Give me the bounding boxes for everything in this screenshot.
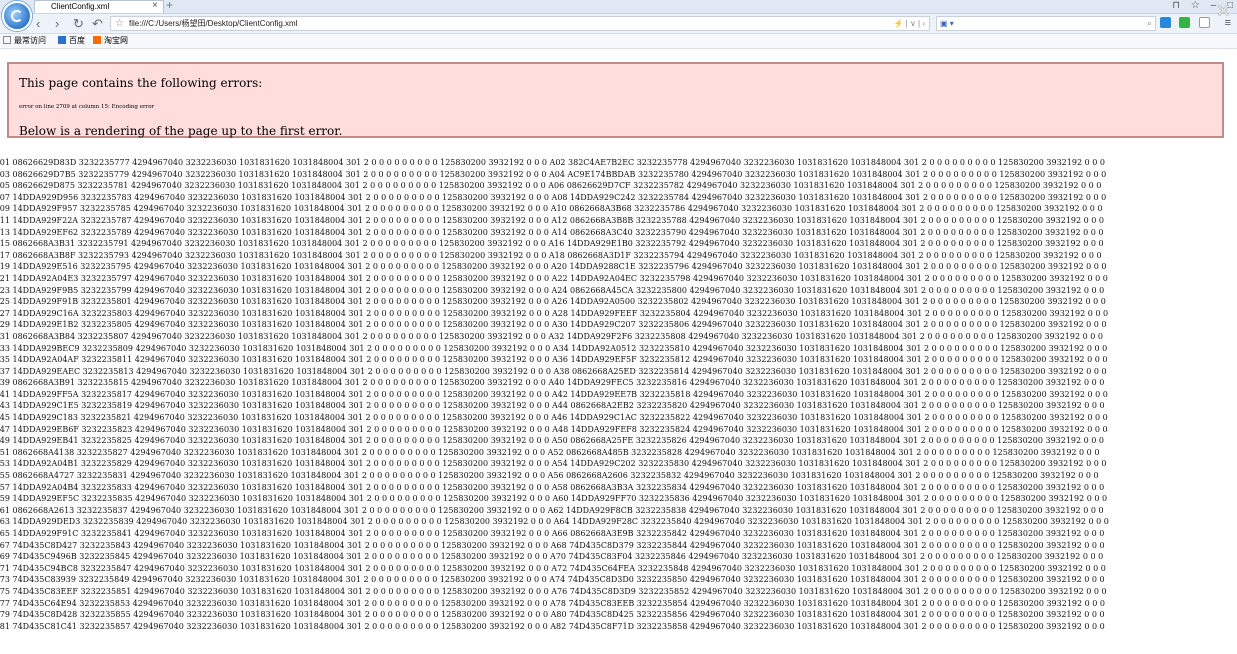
xml-text-row: A15 0862668A3B31 3232235791 4294967040 3…	[0, 239, 1104, 249]
xml-text-row: A17 0862668A3B8F 3232235793 4294967040 3…	[0, 250, 1102, 260]
search-engine-selector[interactable]: ▣ ▾	[940, 17, 954, 30]
xml-text-row: A47 14DDA929EB6F 3232235823 4294967040 3…	[0, 424, 1108, 434]
window-skin-icon[interactable]: ⊓	[1172, 0, 1180, 11]
xml-text-row: A73 74D435C83939 3232235849 4294967040 3…	[0, 575, 1105, 585]
xml-text-row: A05 08626629D875 3232235781 4294967040 3…	[0, 181, 1102, 191]
xml-text-row: A01 08626629D83D 3232235777 4294967040 3…	[0, 158, 1105, 167]
xml-text-row: A31 0862668A3B84 3232235807 4294967040 3…	[0, 331, 1103, 341]
search-box[interactable]: ▣ ▾ ⌕	[936, 16, 1156, 31]
page-content: This page contains the following errors:…	[0, 49, 1237, 654]
tab-bar: ClientConfig.xml × + ⊓ ☆ – □	[0, 0, 1237, 31]
app-center-icon[interactable]	[1179, 17, 1190, 28]
xml-text-row: A03 08626629D7B5 3232235779 4294967040 3…	[0, 169, 1107, 179]
error-heading: This page contains the following errors:	[19, 76, 263, 90]
xml-text-row: A39 0862668A3B91 3232235815 4294967040 3…	[0, 378, 1105, 388]
search-icon[interactable]: ⌕	[1147, 17, 1152, 30]
taobao-icon	[93, 36, 101, 44]
xml-text-row: A09 14DDA929F957 3232235785 4294967040 3…	[0, 204, 1103, 214]
xml-text-row: A55 0862668A4727 3232235831 4294967040 3…	[0, 471, 1099, 481]
xml-text-row: A81 74D435C81C41 3232235857 4294967040 3…	[0, 621, 1105, 631]
bookmarks-bar: 最常访问 百度 淘宝网	[0, 34, 1237, 49]
xml-text-row: A27 14DDA929C16A 3232235803 4294967040 3…	[0, 308, 1109, 318]
xml-text-row: A69 74D435C9496B 3232235845 4294967040 3…	[0, 552, 1104, 562]
extension-icon[interactable]	[1160, 17, 1171, 28]
refresh-button[interactable]: ↻	[73, 14, 84, 33]
xml-text-row: A75 74D435C83EEF 3232235851 4294967040 3…	[0, 586, 1107, 596]
baidu-icon	[58, 36, 66, 44]
tab-title: ClientConfig.xml	[51, 2, 110, 11]
xml-text-row: A13 14DDA929EF62 3232235789 4294967040 3…	[0, 227, 1104, 237]
xml-text-row: A61 0862668A2613 3232235837 4294967040 3…	[0, 505, 1104, 515]
xml-error-box: This page contains the following errors:…	[7, 62, 1224, 138]
error-footer: Below is a rendering of the page up to t…	[19, 124, 343, 138]
window-close-button[interactable]: ✕	[1216, 2, 1231, 20]
xml-text-row: A49 14DDA929EB41 3232235825 4294967040 3…	[0, 436, 1105, 446]
xml-text-row: A65 14DDA929F91C 3232235841 4294967040 3…	[0, 529, 1105, 538]
window-favorite-icon[interactable]: ☆	[1191, 0, 1200, 11]
xml-text-row: A53 14DDA92A04B1 3232235829 4294967040 3…	[0, 459, 1107, 469]
xml-text-row: A67 74D435C8D427 3232235843 4294967040 3…	[0, 540, 1105, 550]
xml-text-row: A21 14DDA92A04E3 3232235797 4294967040 3…	[0, 273, 1108, 283]
screenshot-icon[interactable]	[1199, 17, 1210, 28]
xml-text-row: A51 0862668A4138 3232235827 4294967040 3…	[0, 447, 1100, 457]
xml-text-row: A43 14DDA929C1E5 3232235819 4294967040 3…	[0, 401, 1105, 411]
xml-text-row: A79 74D435C8D428 3232235855 4294967040 3…	[0, 610, 1105, 620]
xml-text-row: A29 14DDA929E1B2 3232235805 4294967040 3…	[0, 320, 1107, 330]
new-tab-button[interactable]: +	[166, 0, 173, 12]
xml-text-row: A45 14DDA929C183 3232235821 4294967040 3…	[0, 413, 1108, 423]
xml-text-row: A57 14DDA92A04B4 3232235833 4294967040 3…	[0, 482, 1105, 492]
xml-text-row: A41 14DDA929FF5A 3232235817 4294967040 3…	[0, 389, 1108, 399]
bookmark-taobao[interactable]: 淘宝网	[93, 34, 128, 48]
xml-text-row: A63 14DDA929DED3 3232235839 4294967040 3…	[0, 517, 1109, 527]
bookmark-baidu[interactable]: 百度	[58, 34, 85, 48]
forward-button[interactable]: ›	[55, 14, 59, 33]
xml-text-row: A77 74D435C64E94 3232235853 4294967040 3…	[0, 598, 1105, 608]
back-button[interactable]: ‹	[36, 14, 40, 33]
xml-text-row: A35 14DDA92A04AF 3232235811 4294967040 3…	[0, 355, 1108, 365]
tab-clientconfig[interactable]: ClientConfig.xml ×	[34, 0, 164, 13]
xml-text-row: A19 14DDA929E516 3232235795 4294967040 3…	[0, 262, 1107, 272]
xml-text-row: A07 14DDA929D956 3232235783 4294967040 3…	[0, 192, 1107, 202]
bookmark-star-icon[interactable]: ☆	[115, 17, 124, 30]
tab-close-icon[interactable]: ×	[152, 0, 158, 12]
undo-close-button[interactable]: ↶	[92, 14, 103, 33]
xml-text-row: A71 74D435C94BC8 3232235847 4294967040 3…	[0, 563, 1106, 573]
navigation-bar: ‹ › ↻ ↶ ☆ file:///C:/Users/杨望田/Desktop/C…	[0, 14, 1237, 34]
address-actions[interactable]: ⚡ | ∨ | ›	[893, 17, 925, 30]
xml-text-rows: A01 08626629D83D 3232235777 4294967040 3…	[0, 157, 1109, 632]
xml-text-row: A11 14DDA929F22A 3232235787 4294967040 3…	[0, 215, 1104, 225]
browser-logo-icon[interactable]	[2, 1, 32, 31]
xml-text-row: A25 14DDA929F91B 3232235801 4294967040 3…	[0, 297, 1106, 307]
address-bar[interactable]: ☆ file:///C:/Users/杨望田/Desktop/ClientCon…	[110, 16, 930, 31]
bookmark-most-visited[interactable]: 最常访问	[3, 34, 46, 48]
url-text[interactable]: file:///C:/Users/杨望田/Desktop/ClientConfi…	[129, 17, 298, 30]
xml-text-row: A33 14DDA929BEC9 3232235809 4294967040 3…	[0, 343, 1108, 353]
xml-text-row: A23 14DDA929F9B5 3232235799 4294967040 3…	[0, 285, 1105, 295]
xml-text-row: A37 14DDA929EAEC 3232235813 4294967040 3…	[0, 366, 1107, 376]
folder-icon	[3, 36, 11, 44]
error-detail: error on line 2709 at column 15: Encodin…	[19, 104, 155, 110]
xml-text-row: A59 14DDA929EF5C 3232235835 4294967040 3…	[0, 494, 1108, 504]
